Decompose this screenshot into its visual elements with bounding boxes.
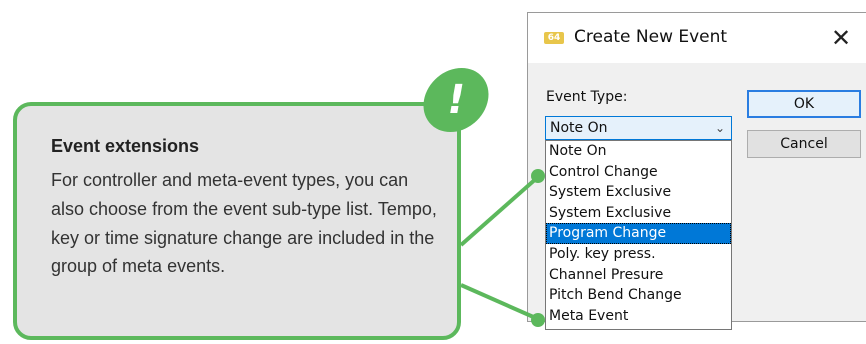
callout-title: Event extensions — [51, 136, 200, 156]
connector-dot-control-change — [531, 169, 545, 183]
connector-line-control-change — [459, 175, 540, 247]
connector-dot-meta-event — [531, 313, 545, 327]
callout-body: For controller and meta-event types, you… — [51, 170, 437, 277]
connector-line-meta-event — [460, 283, 539, 321]
event-extensions-callout: Event extensions For controller and meta… — [13, 102, 461, 340]
